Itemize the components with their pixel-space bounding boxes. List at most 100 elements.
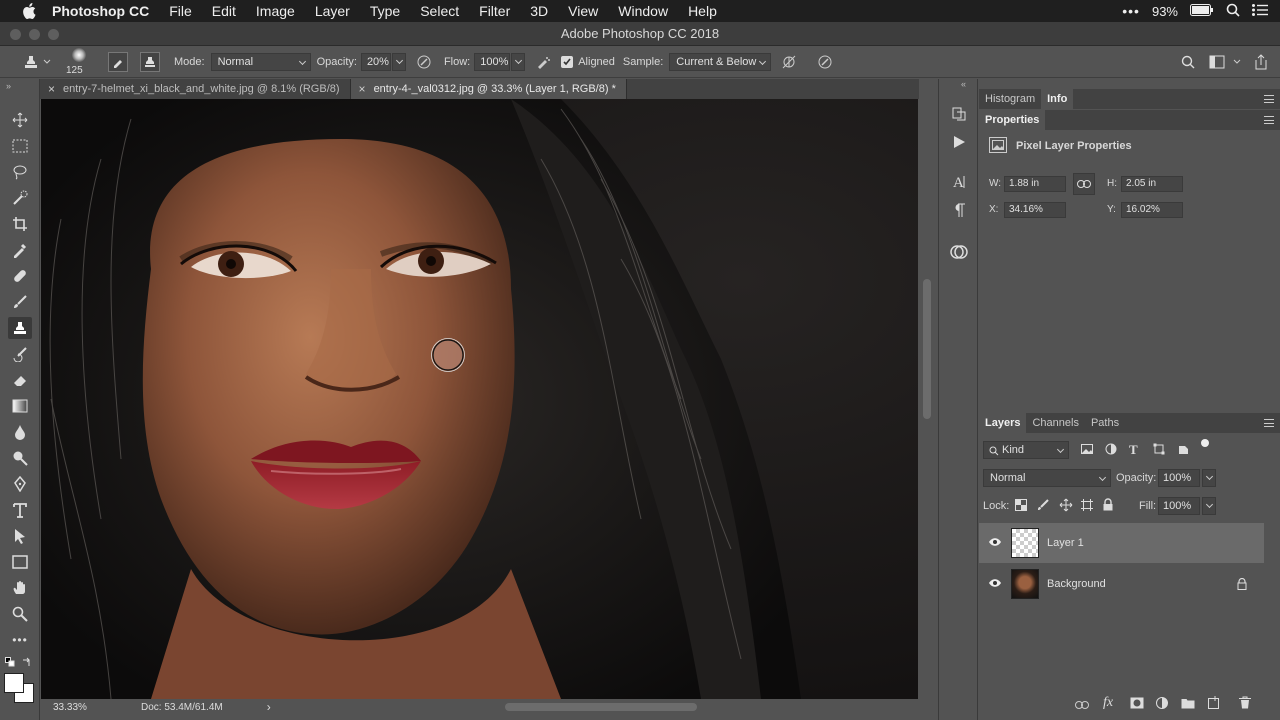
- tab-info[interactable]: Info: [1041, 89, 1074, 109]
- close-window-button[interactable]: [10, 29, 21, 40]
- layer-filter-kind-dropdown[interactable]: Kind: [983, 441, 1069, 459]
- menu-3d[interactable]: 3D: [530, 3, 548, 19]
- eraser-tool-icon[interactable]: [8, 369, 32, 391]
- layer-opacity-chevron-icon[interactable]: [1202, 469, 1216, 487]
- menu-edit[interactable]: Edit: [212, 3, 236, 19]
- clone-stamp-preset-icon[interactable]: [22, 54, 40, 70]
- workspace-icon[interactable]: [1208, 55, 1226, 69]
- height-input[interactable]: 2.05 in: [1121, 176, 1183, 192]
- tab-properties[interactable]: Properties: [979, 110, 1046, 130]
- layer-opacity-input[interactable]: 100%: [1158, 469, 1200, 487]
- new-layer-icon[interactable]: [1208, 696, 1220, 712]
- path-selection-tool-icon[interactable]: [8, 525, 32, 547]
- blur-tool-icon[interactable]: [8, 421, 32, 443]
- mode-dropdown[interactable]: Normal: [210, 52, 311, 71]
- hand-tool-icon[interactable]: [8, 577, 32, 599]
- share-icon[interactable]: [1252, 53, 1270, 70]
- actions-play-icon[interactable]: [947, 131, 971, 153]
- ignore-adjustment-layers-icon[interactable]: [779, 54, 799, 70]
- default-colors-icon[interactable]: [5, 657, 15, 667]
- document-canvas[interactable]: [41, 99, 918, 699]
- tools-collapse-icon[interactable]: »: [6, 81, 11, 91]
- filter-toggle-icon[interactable]: [1201, 439, 1209, 447]
- crop-tool-icon[interactable]: [8, 213, 32, 235]
- brush-preset-picker[interactable]: 125: [62, 46, 98, 78]
- workspace-chevron-icon[interactable]: [1232, 59, 1242, 65]
- minimize-window-button[interactable]: [29, 29, 40, 40]
- eyedropper-tool-icon[interactable]: [8, 239, 32, 261]
- menu-window[interactable]: Window: [618, 3, 668, 19]
- clone-source-panel-icon[interactable]: [140, 51, 160, 72]
- new-group-folder-icon[interactable]: [1181, 697, 1195, 712]
- tab-helmet-document[interactable]: × entry-7-helmet_xi_black_and_white.jpg …: [40, 79, 351, 99]
- visibility-eye-icon[interactable]: [988, 578, 1002, 591]
- filter-pixel-icon[interactable]: [1081, 444, 1093, 457]
- opacity-input[interactable]: 20%: [360, 52, 391, 71]
- zoom-tool-icon[interactable]: [8, 603, 32, 625]
- zoom-level[interactable]: 33.33%: [53, 702, 141, 713]
- flow-input[interactable]: 100%: [474, 52, 511, 71]
- blend-mode-dropdown[interactable]: Normal: [983, 469, 1111, 487]
- aligned-checkbox[interactable]: [561, 55, 574, 68]
- lock-all-icon[interactable]: [1103, 498, 1113, 514]
- opacity-chevron-icon[interactable]: [391, 52, 406, 71]
- x-input[interactable]: 34.16%: [1004, 202, 1066, 218]
- lock-image-pixels-icon[interactable]: [1037, 499, 1049, 514]
- tab-val0312-document[interactable]: × entry-4-_val0312.jpg @ 33.3% (Layer 1,…: [350, 79, 627, 99]
- link-dimensions-icon[interactable]: [1073, 173, 1095, 195]
- lasso-tool-icon[interactable]: [8, 161, 32, 183]
- search-icon[interactable]: [1180, 55, 1196, 69]
- layer-effects-fx-icon[interactable]: fx: [1103, 695, 1113, 711]
- adjustment-layer-icon[interactable]: [1156, 697, 1168, 712]
- tab-histogram[interactable]: Histogram: [979, 89, 1041, 109]
- close-tab-icon[interactable]: ×: [48, 79, 55, 99]
- pressure-size-icon[interactable]: [815, 54, 835, 70]
- marquee-tool-icon[interactable]: [8, 135, 32, 157]
- tab-layers[interactable]: Layers: [979, 413, 1027, 433]
- add-mask-icon[interactable]: [1130, 697, 1144, 712]
- vertical-scroll-thumb[interactable]: [923, 279, 931, 419]
- status-menu-arrow[interactable]: ›: [267, 700, 271, 714]
- tab-channels[interactable]: Channels: [1026, 413, 1084, 433]
- menu-image[interactable]: Image: [256, 3, 295, 19]
- history-panel-icon[interactable]: [947, 103, 971, 125]
- panel-menu-icon[interactable]: [1264, 95, 1274, 103]
- foreground-color-swatch[interactable]: [4, 673, 24, 693]
- lock-artboard-icon[interactable]: [1081, 499, 1093, 514]
- filter-adjustment-icon[interactable]: [1105, 443, 1117, 458]
- pressure-opacity-icon[interactable]: [414, 54, 434, 70]
- brush-settings-icon[interactable]: [108, 51, 128, 72]
- delete-layer-trash-icon[interactable]: [1239, 696, 1251, 712]
- libraries-cc-icon[interactable]: [947, 241, 971, 263]
- fill-input[interactable]: 100%: [1158, 497, 1200, 515]
- menu-filter[interactable]: Filter: [479, 3, 510, 19]
- layer-name[interactable]: Background: [1047, 578, 1106, 590]
- more-dots-icon[interactable]: •••: [1122, 3, 1140, 19]
- spotlight-search-icon[interactable]: [1226, 3, 1240, 20]
- menu-type[interactable]: Type: [370, 3, 400, 19]
- layer-row-layer-1[interactable]: Layer 1: [979, 523, 1264, 563]
- canvas-horizontal-scroll-thumb[interactable]: [505, 703, 697, 711]
- panel-menu-icon[interactable]: [1264, 116, 1274, 124]
- menu-select[interactable]: Select: [420, 3, 459, 19]
- y-input[interactable]: 16.02%: [1121, 202, 1183, 218]
- menu-app-name[interactable]: Photoshop CC: [52, 3, 149, 19]
- dodge-tool-icon[interactable]: [8, 447, 32, 469]
- flow-chevron-icon[interactable]: [511, 52, 526, 71]
- filter-shape-icon[interactable]: [1153, 443, 1165, 458]
- more-tools-icon[interactable]: •••: [8, 629, 32, 651]
- fill-chevron-icon[interactable]: [1202, 497, 1216, 515]
- sample-dropdown[interactable]: Current & Below: [669, 52, 772, 71]
- rectangle-tool-icon[interactable]: [8, 551, 32, 573]
- healing-brush-tool-icon[interactable]: [8, 265, 32, 287]
- swap-colors-icon[interactable]: [22, 657, 32, 667]
- airbrush-icon[interactable]: [533, 54, 553, 70]
- layer-row-background[interactable]: Background: [979, 564, 1264, 604]
- filter-smart-object-icon[interactable]: [1177, 443, 1189, 458]
- pen-tool-icon[interactable]: [8, 473, 32, 495]
- move-tool-icon[interactable]: [8, 109, 32, 131]
- close-tab-icon[interactable]: ×: [359, 79, 366, 99]
- lock-position-icon[interactable]: [1059, 498, 1073, 515]
- notification-list-icon[interactable]: [1252, 3, 1268, 19]
- menu-help[interactable]: Help: [688, 3, 717, 19]
